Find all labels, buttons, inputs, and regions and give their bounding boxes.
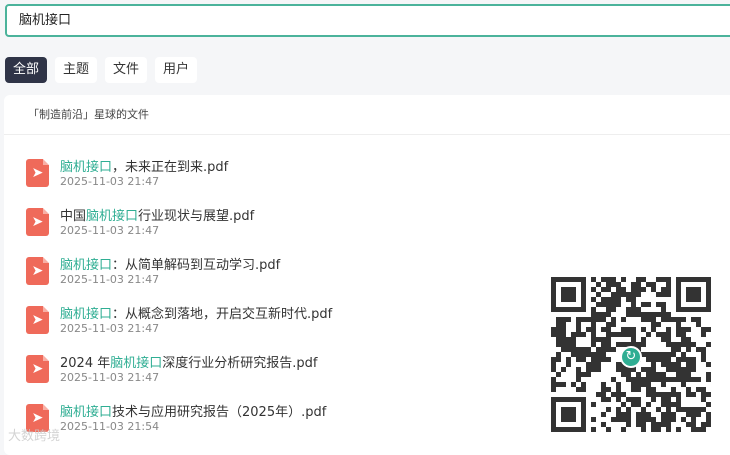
file-name[interactable]: 脑机接口，未来正在到来.pdf bbox=[60, 156, 228, 175]
file-name[interactable]: 脑机接口技术与应用研究报告（2025年）.pdf bbox=[60, 401, 326, 420]
watermark: 大数跨境 bbox=[8, 429, 61, 444]
name-highlight: 脑机接口 bbox=[110, 356, 163, 371]
name-suffix: 行业现状与展望.pdf bbox=[138, 209, 255, 224]
tab-all[interactable]: 全部 bbox=[5, 57, 48, 83]
pdf-icon: ➤ bbox=[26, 208, 49, 236]
search-input[interactable]: 脑机接口 bbox=[5, 4, 730, 37]
name-prefix: 2024 年 bbox=[60, 356, 111, 371]
section-title: 「制造前沿」星球的文件 bbox=[4, 95, 730, 135]
name-highlight: 脑机接口 bbox=[60, 307, 113, 322]
file-name[interactable]: 中国脑机接口行业现状与展望.pdf bbox=[60, 205, 254, 224]
name-highlight: 脑机接口 bbox=[60, 160, 113, 175]
pdf-icon: ➤ bbox=[26, 257, 49, 285]
name-suffix: ：从概念到落地，开启交互新时代.pdf bbox=[112, 307, 333, 322]
pdf-icon: ➤ bbox=[26, 159, 49, 187]
name-highlight: 脑机接口 bbox=[86, 209, 139, 224]
name-prefix: 中国 bbox=[60, 209, 87, 224]
pdf-icon: ➤ bbox=[26, 306, 49, 334]
name-highlight: 脑机接口 bbox=[60, 405, 113, 420]
name-highlight: 脑机接口 bbox=[60, 258, 113, 273]
file-time: 2025-11-03 21:47 bbox=[60, 371, 160, 384]
file-name[interactable]: 2024 年脑机接口深度行业分析研究报告.pdf bbox=[60, 352, 317, 371]
tab-topics[interactable]: 主题 bbox=[55, 57, 98, 83]
file-time: 2025-11-03 21:47 bbox=[60, 322, 160, 335]
pdf-icon: ➤ bbox=[26, 355, 49, 383]
filter-tabs: 全部 主题 文件 用户 bbox=[5, 57, 198, 83]
name-suffix: ：从简单解码到互动学习.pdf bbox=[112, 258, 281, 273]
file-name[interactable]: 脑机接口：从概念到落地，开启交互新时代.pdf bbox=[60, 303, 332, 322]
file-time: 2025-11-03 21:47 bbox=[60, 175, 160, 188]
name-suffix: 深度行业分析研究报告.pdf bbox=[162, 356, 318, 371]
file-time: 2025-11-03 21:47 bbox=[60, 224, 160, 237]
name-suffix: 技术与应用研究报告（2025年）.pdf bbox=[112, 405, 327, 420]
tab-files[interactable]: 文件 bbox=[105, 57, 148, 83]
refresh-icon[interactable]: ↻ bbox=[620, 346, 642, 368]
file-name[interactable]: 脑机接口：从简单解码到互动学习.pdf bbox=[60, 254, 280, 273]
file-time: 2025-11-03 21:47 bbox=[60, 273, 160, 286]
tab-users[interactable]: 用户 bbox=[155, 57, 198, 83]
file-time: 2025-11-03 21:54 bbox=[60, 420, 160, 433]
name-suffix: ，未来正在到来.pdf bbox=[112, 160, 229, 175]
